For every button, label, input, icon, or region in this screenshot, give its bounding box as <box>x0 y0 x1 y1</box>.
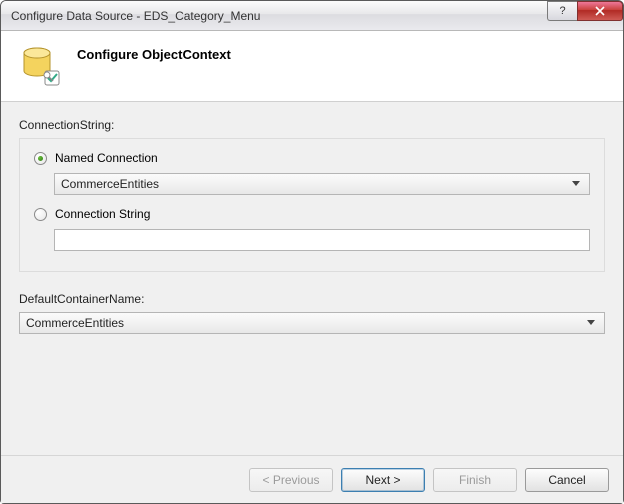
named-connection-radio[interactable] <box>34 152 47 165</box>
window-title: Configure Data Source - EDS_Category_Men… <box>11 9 547 23</box>
chevron-down-icon <box>569 181 583 187</box>
named-connection-label: Named Connection <box>55 151 158 165</box>
help-icon: ? <box>559 5 565 17</box>
database-wizard-icon <box>19 45 61 87</box>
previous-button-label: < Previous <box>262 473 319 487</box>
cancel-button[interactable]: Cancel <box>525 468 609 492</box>
wizard-content: ConnectionString: Named Connection Comme… <box>1 102 623 455</box>
defaultcontainer-value: CommerceEntities <box>26 316 584 330</box>
defaultcontainer-combo[interactable]: CommerceEntities <box>19 312 605 334</box>
close-button[interactable] <box>577 1 623 21</box>
named-connection-radio-row[interactable]: Named Connection <box>34 151 590 165</box>
connection-string-input[interactable] <box>54 229 590 251</box>
title-bar: Configure Data Source - EDS_Category_Men… <box>1 1 623 31</box>
next-button-label: Next > <box>365 473 400 487</box>
connectionstring-label: ConnectionString: <box>19 118 605 132</box>
wizard-step-title: Configure ObjectContext <box>77 47 231 62</box>
connectionstring-group: Named Connection CommerceEntities Connec… <box>19 138 605 272</box>
finish-button: Finish <box>433 468 517 492</box>
wizard-footer: < Previous Next > Finish Cancel <box>1 455 623 503</box>
titlebar-buttons: ? <box>547 1 623 30</box>
dialog-window: Configure Data Source - EDS_Category_Men… <box>0 0 624 504</box>
close-icon <box>594 6 606 16</box>
connection-string-label: Connection String <box>55 207 150 221</box>
finish-button-label: Finish <box>459 473 491 487</box>
help-button[interactable]: ? <box>547 1 577 21</box>
previous-button: < Previous <box>249 468 333 492</box>
named-connection-combo[interactable]: CommerceEntities <box>54 173 590 195</box>
cancel-button-label: Cancel <box>548 473 585 487</box>
connection-string-radio[interactable] <box>34 208 47 221</box>
defaultcontainer-label: DefaultContainerName: <box>19 292 605 306</box>
connection-string-radio-row[interactable]: Connection String <box>34 207 590 221</box>
wizard-header: Configure ObjectContext <box>1 31 623 102</box>
next-button[interactable]: Next > <box>341 468 425 492</box>
chevron-down-icon <box>584 320 598 326</box>
named-connection-value: CommerceEntities <box>61 177 569 191</box>
